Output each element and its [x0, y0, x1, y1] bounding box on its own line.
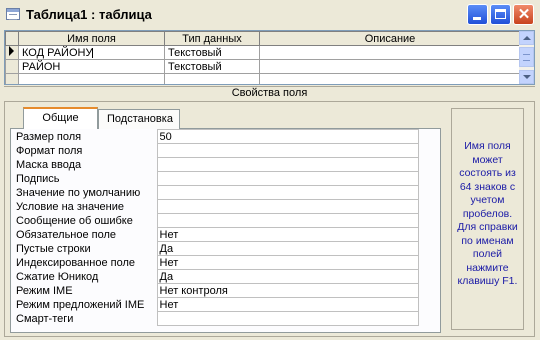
- tab-lookup[interactable]: Подстановка: [98, 109, 180, 129]
- property-value-field[interactable]: Нет контроля: [156, 283, 419, 298]
- field-name-cell[interactable]: [18, 73, 165, 84]
- column-header-description[interactable]: Описание: [259, 31, 521, 46]
- maximize-button[interactable]: [490, 4, 511, 25]
- minimize-button[interactable]: [467, 4, 488, 25]
- field-grid: Имя поля Тип данных Описание КОД РАЙОНУ …: [4, 30, 535, 85]
- grid-scrollbar[interactable]: [519, 31, 534, 84]
- field-name-cell[interactable]: КОД РАЙОНУ: [18, 45, 165, 60]
- property-value-field[interactable]: [156, 199, 419, 214]
- row-selector[interactable]: [5, 73, 19, 84]
- property-value-field[interactable]: [156, 185, 419, 200]
- window-title: Таблица1 : таблица: [26, 7, 152, 22]
- arrow-up-icon: [523, 36, 531, 40]
- scroll-up-button[interactable]: [519, 31, 534, 45]
- row-selector[interactable]: [5, 45, 19, 60]
- property-row[interactable]: Сжатие Юникод Да: [14, 269, 419, 284]
- property-value-field[interactable]: Нет: [156, 255, 419, 270]
- property-row[interactable]: Маска ввода: [14, 157, 419, 172]
- data-type-cell[interactable]: Текстовый: [164, 45, 260, 60]
- property-label: Обязательное поле: [16, 228, 117, 241]
- property-row[interactable]: Формат поля: [14, 143, 419, 158]
- property-row[interactable]: Сообщение об ошибке: [14, 213, 419, 228]
- property-label: Размер поля: [16, 130, 82, 143]
- property-label: Сжатие Юникод: [16, 270, 99, 283]
- properties-list: Размер поля 50 Формат поля Маска ввода Подпи…: [14, 129, 419, 326]
- property-label: Маска ввода: [16, 158, 82, 171]
- description-cell[interactable]: [259, 45, 521, 60]
- property-label: Режим IME: [16, 284, 73, 297]
- field-properties-label: Свойства поля: [4, 86, 535, 102]
- property-value-field[interactable]: [156, 171, 419, 186]
- row-selector-header[interactable]: [5, 31, 19, 46]
- text-cursor: [92, 47, 94, 58]
- property-row[interactable]: Режим IME Нет контроля: [14, 283, 419, 298]
- property-value-field[interactable]: Да: [156, 241, 419, 256]
- property-label: Сообщение об ошибке: [16, 214, 133, 227]
- tab-general[interactable]: Общие: [23, 107, 98, 129]
- arrow-down-icon: [523, 75, 531, 79]
- property-value-field[interactable]: Да: [156, 269, 419, 284]
- column-header-field-name[interactable]: Имя поля: [18, 31, 165, 46]
- property-label: Формат поля: [16, 144, 83, 157]
- table-design-window: Таблица1 : таблица ✕ Имя поля Тип данных…: [0, 0, 540, 340]
- property-row[interactable]: Индексированное поле Нет: [14, 255, 419, 270]
- maximize-icon: [495, 9, 506, 19]
- current-row-arrow-icon: [9, 46, 14, 56]
- table-row[interactable]: РАЙОН Текстовый: [5, 59, 521, 74]
- title-bar[interactable]: Таблица1 : таблица ✕: [0, 0, 540, 30]
- property-row[interactable]: Пустые строки Да: [14, 241, 419, 256]
- property-row[interactable]: Значение по умолчанию: [14, 185, 419, 200]
- row-selector[interactable]: [5, 59, 19, 74]
- property-label: Условие на значение: [16, 200, 125, 213]
- table-icon[interactable]: [6, 8, 20, 20]
- property-row[interactable]: Режим предложений IME Нет: [14, 297, 419, 312]
- table-row[interactable]: [5, 73, 521, 84]
- field-name-cell[interactable]: РАЙОН: [18, 59, 165, 74]
- property-value-field[interactable]: Нет: [156, 297, 419, 312]
- scroll-thumb[interactable]: [519, 47, 534, 67]
- data-type-cell[interactable]: [164, 73, 260, 84]
- property-value-field[interactable]: Нет: [156, 227, 419, 242]
- property-value-field[interactable]: [156, 213, 419, 228]
- property-label: Индексированное поле: [16, 256, 135, 269]
- property-value-field[interactable]: [156, 143, 419, 158]
- description-cell[interactable]: [259, 73, 521, 84]
- property-label: Пустые строки: [16, 242, 91, 255]
- description-cell[interactable]: [259, 59, 521, 74]
- property-row[interactable]: Размер поля 50: [14, 129, 419, 144]
- scroll-down-button[interactable]: [519, 70, 534, 84]
- minimize-icon: [473, 17, 481, 20]
- close-button[interactable]: ✕: [513, 4, 534, 25]
- property-label: Подпись: [16, 172, 60, 185]
- column-header-data-type[interactable]: Тип данных: [164, 31, 260, 46]
- table-row[interactable]: КОД РАЙОНУ Текстовый: [5, 45, 521, 60]
- close-icon: ✕: [517, 6, 531, 23]
- property-label: Значение по умолчанию: [16, 186, 141, 199]
- property-row[interactable]: Смарт-теги: [14, 311, 419, 326]
- property-value-field[interactable]: 50: [156, 129, 419, 144]
- property-value-field[interactable]: [156, 157, 419, 172]
- property-row[interactable]: Подпись: [14, 171, 419, 186]
- help-text-panel: Имя поля может состоять из 64 знаков с у…: [451, 108, 524, 330]
- property-value-field[interactable]: [156, 311, 419, 326]
- property-label: Режим предложений IME: [16, 298, 145, 311]
- property-label: Смарт-теги: [16, 312, 74, 325]
- data-type-cell[interactable]: Текстовый: [164, 59, 260, 74]
- property-row[interactable]: Обязательное поле Нет: [14, 227, 419, 242]
- property-row[interactable]: Условие на значение: [14, 199, 419, 214]
